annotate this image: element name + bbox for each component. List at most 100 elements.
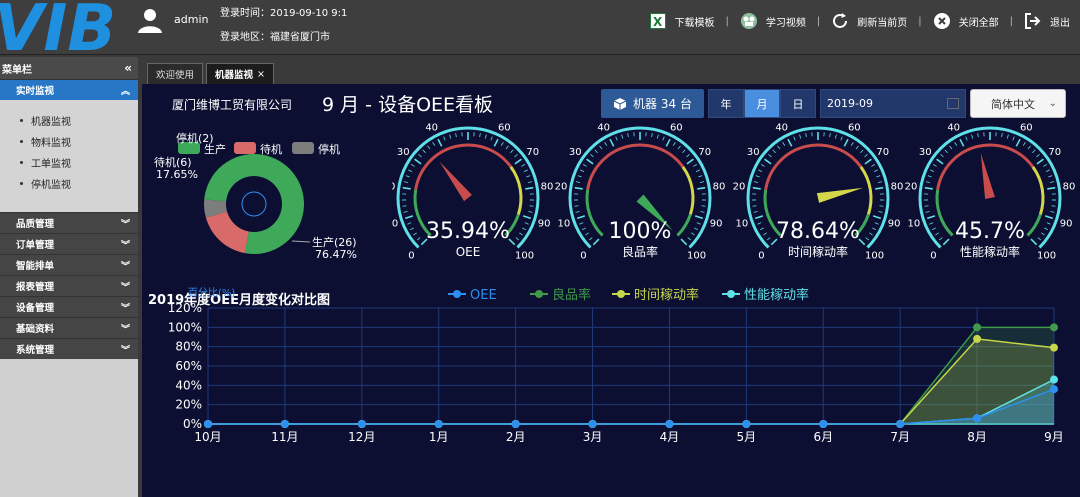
x-tick-label: 3月 bbox=[583, 430, 603, 444]
oee-monthly-line-chart: 2019年度OEE月度变化对比图百分比(%) OEE 良品率 时间稼动率 性能稼动率0%… bbox=[148, 287, 1064, 444]
sidebar-section-basedata[interactable]: 基础资料 ︾ bbox=[0, 317, 138, 338]
sidebar-title: 菜单栏 bbox=[2, 64, 32, 76]
sidebar-section-scheduling[interactable]: 智能排单 ︾ bbox=[0, 254, 138, 275]
gauge-tick-label: 50 bbox=[634, 122, 647, 125]
gauge-tick bbox=[931, 227, 936, 231]
study-video-button[interactable]: 学习视频 bbox=[740, 12, 806, 30]
gauge-tick bbox=[869, 232, 873, 236]
tab-machine-monitor[interactable]: 机器监视 × bbox=[206, 63, 274, 84]
date-picker-input[interactable]: 2019-09 bbox=[820, 89, 966, 118]
gauge-tick bbox=[581, 227, 586, 231]
sidebar-section-quality[interactable]: 品质管理 ︾ bbox=[0, 212, 138, 233]
gauge-tick bbox=[752, 205, 757, 207]
series-point bbox=[280, 420, 289, 428]
sidebar-section-system[interactable]: 系统管理 ︾ bbox=[0, 338, 138, 359]
logo-text: VIB bbox=[0, 0, 116, 56]
gauge-tick bbox=[1048, 175, 1053, 178]
gauge-tick bbox=[609, 138, 615, 147]
sidebar-item-label: 物料监视 bbox=[31, 138, 71, 149]
gauge-tick-label: 100 bbox=[515, 251, 534, 262]
gauge-tick bbox=[843, 138, 849, 147]
sidebar-item-downtime-monitor[interactable]: 停机监视 bbox=[0, 173, 138, 194]
series-point bbox=[1050, 385, 1058, 394]
gauge-tick bbox=[656, 134, 659, 139]
series-point bbox=[742, 420, 751, 428]
series-point bbox=[973, 323, 982, 332]
gauge-tick-label: 70 bbox=[526, 147, 539, 158]
download-template-label: 下载模板 bbox=[674, 17, 715, 29]
sidebar-collapse-icon[interactable]: « bbox=[124, 61, 132, 75]
gauge-tick-label: 20 bbox=[392, 181, 395, 192]
machine-count-button[interactable]: 机器 34 台 bbox=[601, 89, 704, 118]
gauge-tick bbox=[1032, 149, 1036, 154]
download-template-button[interactable]: X 下载模板 bbox=[649, 12, 715, 30]
gauge-tick bbox=[484, 134, 487, 139]
user-name[interactable]: admin bbox=[174, 13, 208, 26]
sidebar-item-label: 停机监视 bbox=[31, 180, 71, 191]
gauge-label: 良品率 bbox=[622, 244, 658, 259]
period-year-button[interactable]: 年 bbox=[708, 89, 744, 118]
gauge-tick bbox=[402, 205, 407, 207]
refresh-page-button[interactable]: 刷新当前页 bbox=[831, 12, 907, 30]
gauge-tick bbox=[665, 138, 671, 147]
gauge-tick-label: 90 bbox=[888, 219, 901, 230]
svg-text:X: X bbox=[653, 15, 663, 29]
sidebar-item-material-monitor[interactable]: 物料监视 bbox=[0, 131, 138, 152]
gauge-tick bbox=[925, 211, 930, 213]
tab-welcome[interactable]: 欢迎使用 bbox=[147, 63, 204, 84]
gauge-tick bbox=[872, 215, 882, 220]
gauge-tick-label: 90 bbox=[710, 219, 723, 230]
gauge-tick bbox=[405, 175, 410, 178]
period-month-button[interactable]: 月 bbox=[744, 89, 780, 118]
gauge-tick bbox=[449, 134, 452, 139]
gauge-tick bbox=[864, 154, 868, 158]
series-point bbox=[357, 420, 366, 428]
sidebar-item-machine-monitor[interactable]: 机器监视 bbox=[0, 110, 138, 131]
gauge-tick bbox=[410, 164, 415, 167]
close-all-button[interactable]: 关闭全部 bbox=[933, 12, 999, 30]
gauge-tick bbox=[1037, 237, 1042, 241]
chevron-down-icon: ︾ bbox=[120, 282, 130, 293]
sidebar-section-equipment[interactable]: 设备管理 ︾ bbox=[0, 296, 138, 317]
sidebar-section-orders[interactable]: 订单管理 ︾ bbox=[0, 233, 138, 254]
video-icon bbox=[740, 12, 758, 30]
company-name: 厦门维博工贸有限公司 bbox=[172, 98, 293, 112]
sidebar-section-realtime[interactable]: 实时监视 ︽ bbox=[0, 79, 138, 100]
calendar-icon[interactable] bbox=[947, 98, 959, 109]
gauge-tick-label: 90 bbox=[538, 219, 551, 230]
x-tick-label: 6月 bbox=[813, 430, 833, 444]
gauge-tick bbox=[403, 181, 409, 183]
period-day-button[interactable]: 日 bbox=[780, 89, 816, 118]
gauge-tick bbox=[927, 175, 932, 178]
gauge-tick bbox=[580, 169, 585, 172]
series-area bbox=[208, 338, 1054, 424]
gauge-tick bbox=[938, 237, 943, 241]
gauge-tick bbox=[873, 169, 878, 172]
gauge-tick bbox=[1050, 211, 1055, 213]
sidebar-item-workorder-monitor[interactable]: 工单监视 bbox=[0, 152, 138, 173]
legend-label: 停机 bbox=[318, 142, 340, 156]
gauge-tick bbox=[525, 186, 534, 190]
gauge-tick bbox=[527, 181, 533, 183]
gauge-tick bbox=[793, 136, 796, 141]
x-tick-label: 9月 bbox=[1044, 430, 1064, 444]
gauge-tick bbox=[686, 158, 694, 165]
gauge-tick bbox=[875, 186, 884, 190]
legend-swatch bbox=[292, 142, 314, 154]
gauge-tick bbox=[519, 232, 523, 236]
tab-close-icon[interactable]: × bbox=[257, 69, 265, 80]
sidebar-section-reports[interactable]: 报表管理 ︾ bbox=[0, 275, 138, 296]
y-tick-label: 120% bbox=[168, 301, 202, 315]
bullet-icon bbox=[20, 119, 23, 122]
gauge-band-high bbox=[509, 165, 523, 215]
gauge-tick-label: 0 bbox=[758, 251, 764, 262]
gauge-tick-label: 30 bbox=[919, 147, 932, 158]
app-header: VIB admin 登录时间：2019-09-10 9:1 登录地区：福建省厦门… bbox=[0, 0, 1080, 56]
gauge-tick bbox=[432, 142, 436, 146]
language-select[interactable]: 简体中文 ⌄ bbox=[970, 89, 1066, 118]
period-selector: 年 月 日 bbox=[708, 89, 816, 118]
logout-button[interactable]: 退出 bbox=[1024, 12, 1070, 30]
y-tick-label: 40% bbox=[175, 378, 202, 392]
gauge-tick bbox=[621, 134, 624, 139]
gauge-tick bbox=[443, 136, 446, 141]
